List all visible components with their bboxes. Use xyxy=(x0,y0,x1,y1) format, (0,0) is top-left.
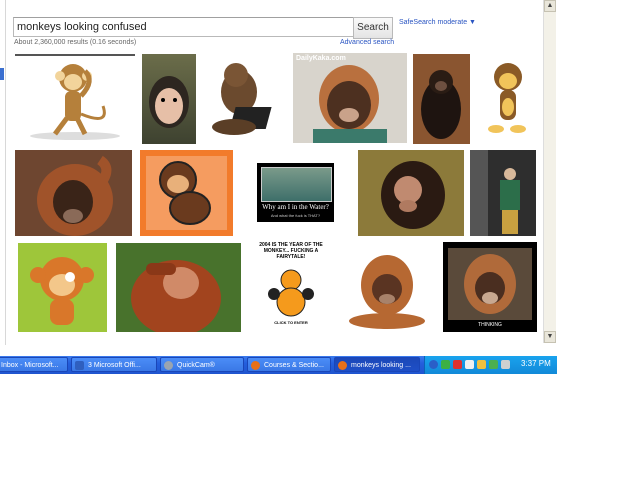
meme-subcaption: And what the fuck is THAT? xyxy=(270,213,321,218)
mail-icon[interactable] xyxy=(465,360,474,369)
task-label: QuickCam® xyxy=(177,362,215,369)
image-result-capuchin-face[interactable] xyxy=(142,54,196,144)
watermark-text: DailyKaka.com xyxy=(296,55,346,62)
image-result-year-of-the-monkey[interactable]: 2004 IS THE YEAR OF THE MONKEY... FUCKIN… xyxy=(252,240,330,332)
clock: 3:37 PM xyxy=(521,359,551,368)
task-label: Inbox - Microsoft... xyxy=(1,362,59,369)
poster-subtext: CLICK TO ENTER xyxy=(274,320,308,325)
signal-icon[interactable] xyxy=(441,360,450,369)
image-result-why-am-i-in-the-water[interactable]: Why am I in the Water? And what the fuck… xyxy=(257,163,334,222)
browser-window: monkeys looking confused Search SafeSear… xyxy=(0,0,556,356)
taskbar-item-quickcam[interactable]: QuickCam® xyxy=(160,357,244,372)
firefox-icon xyxy=(338,361,347,370)
firefox-icon xyxy=(251,361,260,370)
motivational-caption: THINKING xyxy=(478,322,502,328)
left-panel-strip xyxy=(0,0,6,345)
security-icon[interactable] xyxy=(489,360,498,369)
search-button[interactable]: Search xyxy=(353,17,393,39)
task-label: monkeys looking ... xyxy=(351,362,411,369)
image-result-orangutan-motivational[interactable]: THINKING xyxy=(443,242,537,332)
image-result-orangutan-dailykaka[interactable]: DailyKaka.com xyxy=(293,53,407,143)
image-result-baby-orangutan[interactable] xyxy=(342,245,435,329)
taskbar-item-office[interactable]: 3 Microsoft Offi... xyxy=(71,357,157,372)
image-result-man-in-office[interactable] xyxy=(470,150,536,236)
search-input[interactable]: monkeys looking confused xyxy=(13,17,356,37)
image-result-chimp-sitting-hand-on-head[interactable] xyxy=(413,54,470,144)
taskbar: Inbox - Microsoft... 3 Microsoft Offi...… xyxy=(0,356,557,374)
advanced-search-link[interactable]: Advanced search xyxy=(340,39,394,46)
meme-caption: Why am I in the Water? xyxy=(262,203,329,211)
scroll-down-button[interactable]: ▼ xyxy=(544,331,556,343)
shield-icon[interactable] xyxy=(477,360,486,369)
vertical-scrollbar[interactable]: ▲ ▼ xyxy=(543,0,556,343)
taskbar-item-monkeys[interactable]: monkeys looking ... xyxy=(334,357,420,372)
task-label: 3 Microsoft Offi... xyxy=(88,362,141,369)
system-tray: 3:37 PM xyxy=(424,356,557,374)
office-icon xyxy=(75,361,84,370)
taskbar-item-courses[interactable]: Courses & Sectio... xyxy=(247,357,331,372)
taskbar-item-inbox[interactable]: Inbox - Microsoft... xyxy=(0,357,68,372)
image-result-cartoon-monkey-scratching[interactable] xyxy=(15,54,135,140)
result-stats: About 2,360,000 results (0.16 seconds) xyxy=(14,39,137,46)
image-result-chimp-confused-grass[interactable] xyxy=(358,150,464,236)
antivirus-icon[interactable] xyxy=(453,360,462,369)
image-result-orangutan-scratching-head[interactable] xyxy=(15,150,132,236)
task-label: Courses & Sectio... xyxy=(264,362,324,369)
safesearch-dropdown[interactable]: SafeSearch moderate ▼ xyxy=(399,19,476,26)
active-indicator xyxy=(0,68,4,80)
image-result-thinking-ape-laptop[interactable] xyxy=(204,57,290,139)
image-result-cartoon-monkey-yellow[interactable] xyxy=(478,55,534,141)
image-result-cartoon-monkey-green-bg[interactable] xyxy=(18,243,107,332)
volume-icon[interactable] xyxy=(501,360,510,369)
scroll-up-button[interactable]: ▲ xyxy=(544,0,556,12)
image-result-cartoon-brown-monkey-orange-bg[interactable] xyxy=(140,150,233,236)
image-result-orangutan-covering-face[interactable] xyxy=(116,243,241,332)
network-icon[interactable] xyxy=(429,360,438,369)
cartoon-monkey-icon xyxy=(30,64,120,140)
quickcam-icon xyxy=(164,361,173,370)
